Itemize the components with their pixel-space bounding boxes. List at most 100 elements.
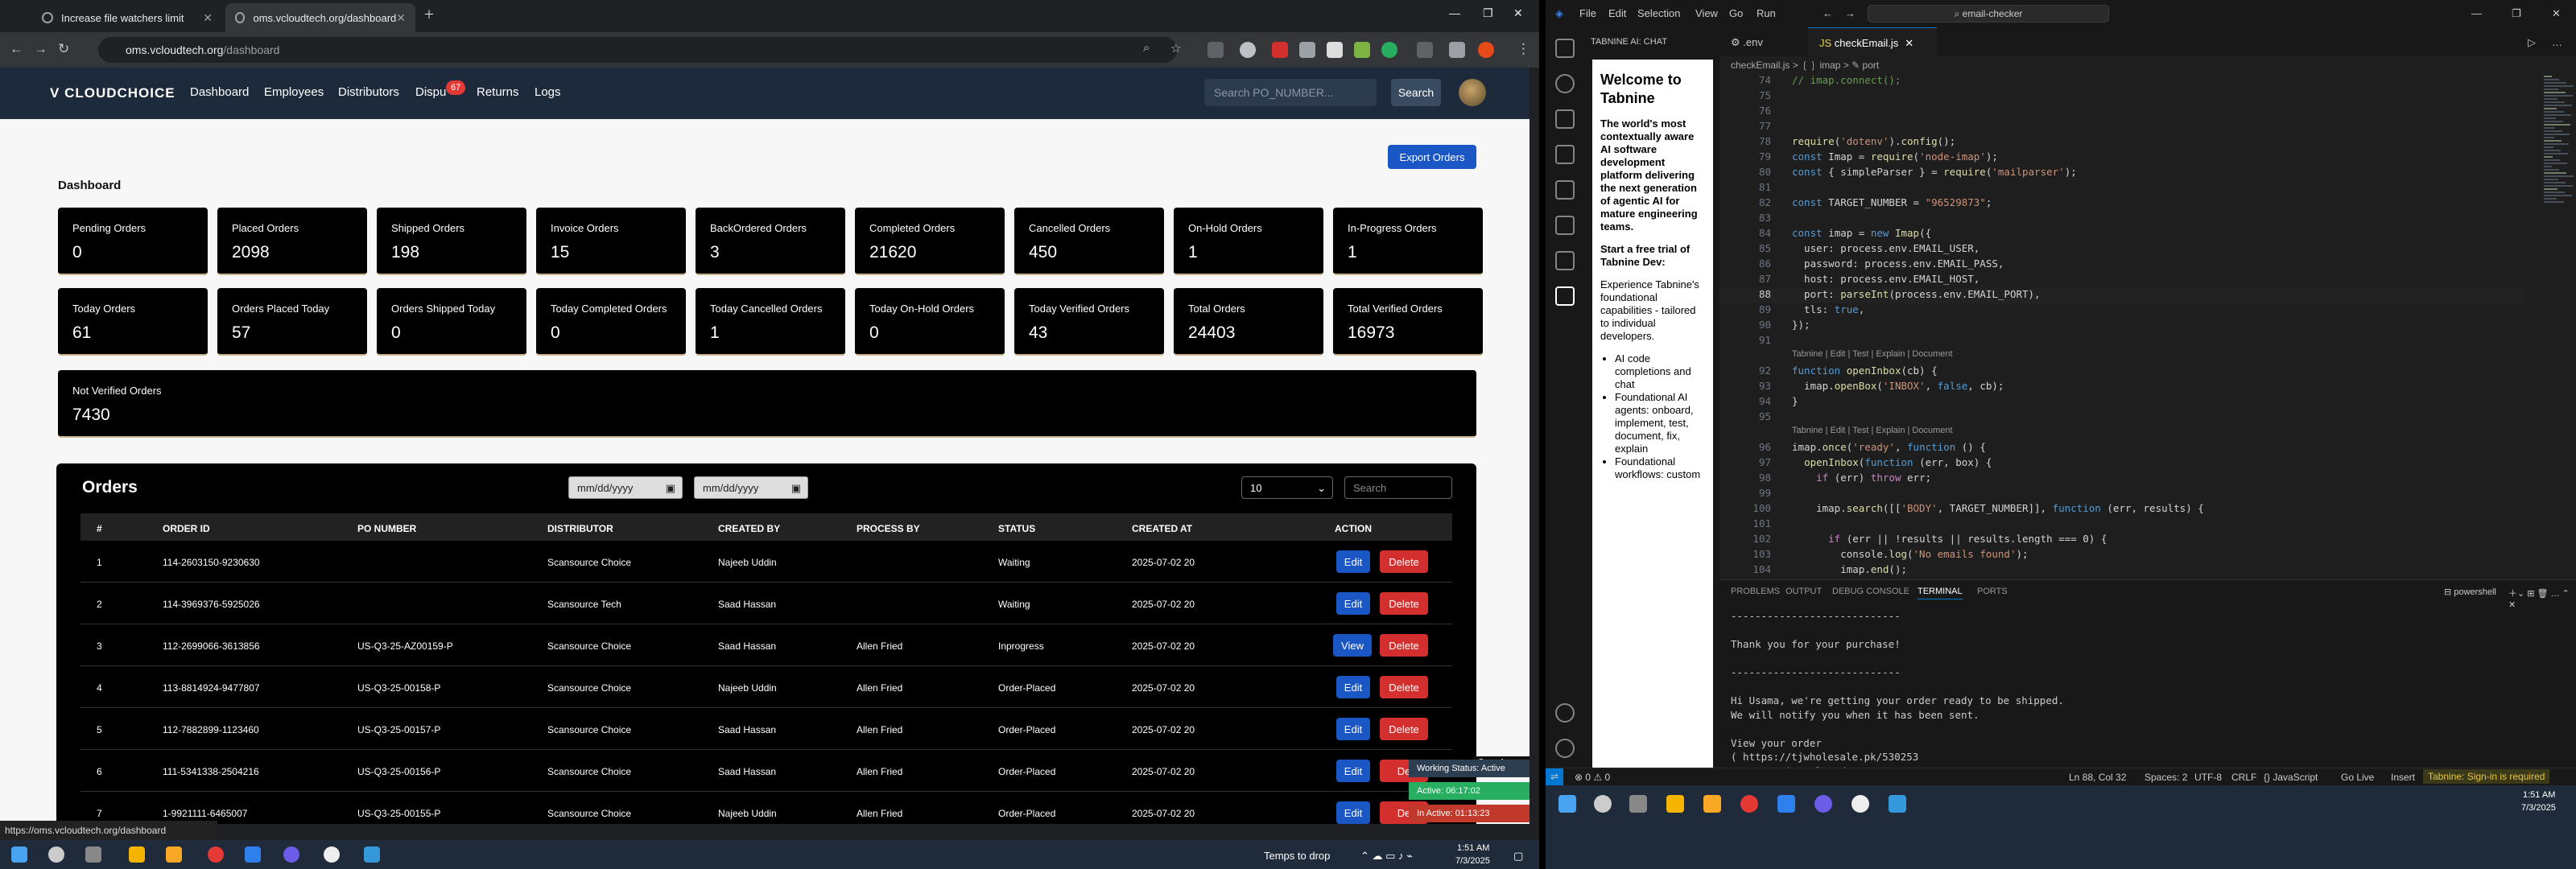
start-icon[interactable] — [1558, 795, 1576, 813]
codelens-text[interactable]: Tabnine | Edit | Test | Explain | Docume… — [1792, 426, 1953, 435]
file-explorer-icon[interactable] — [129, 846, 145, 863]
tray-icons[interactable]: ⌃ ☁ ▭ ♪ ⌁ — [1360, 850, 1413, 863]
edit-button[interactable]: Edit — [1336, 718, 1370, 740]
chrome-icon[interactable] — [1740, 795, 1758, 813]
forward-icon[interactable]: → — [34, 41, 47, 57]
maximize-icon[interactable]: ❐ — [2512, 7, 2521, 20]
nav-returns[interactable]: Returns — [477, 85, 519, 99]
extension-icon[interactable] — [1299, 42, 1315, 58]
indentation[interactable]: Spaces: 2 — [2145, 772, 2187, 783]
downloads-icon[interactable] — [1449, 42, 1465, 58]
go-live[interactable]: Go Live — [2341, 772, 2374, 783]
profile-icon[interactable] — [1478, 42, 1494, 58]
language-mode[interactable]: {} JavaScript — [2264, 772, 2318, 783]
edit-button[interactable]: Edit — [1336, 676, 1370, 698]
app-logo[interactable]: V CLOUDCHOICE — [50, 85, 175, 101]
vscode-icon[interactable] — [1777, 795, 1795, 813]
menu-selection[interactable]: Selection — [1637, 7, 1680, 19]
remote-icon[interactable] — [1555, 216, 1575, 235]
minimap[interactable] — [2544, 74, 2576, 235]
app-icon[interactable] — [1814, 795, 1832, 813]
chat-trial[interactable]: Start a free trial of Tabnine Dev: — [1600, 243, 1705, 269]
extensions-puzzle-icon[interactable] — [1417, 42, 1433, 58]
search-icon[interactable] — [1555, 74, 1575, 93]
end-date-input[interactable]: mm/dd/yyyy ▣ — [694, 476, 808, 499]
bookmark-star-icon[interactable]: ☆ — [1170, 41, 1181, 56]
search-icon[interactable] — [48, 846, 64, 863]
gear-icon[interactable] — [1555, 739, 1575, 758]
app-icon[interactable] — [283, 846, 299, 863]
code-editor[interactable]: 74 // imap.connect(); 75 76 77 78 require('dot… — [1719, 74, 2576, 579]
nav-disputes[interactable]: Dispu — [415, 85, 446, 99]
run-debug-icon[interactable] — [1555, 145, 1575, 164]
tabnine-icon[interactable] — [1555, 286, 1575, 306]
app-icon[interactable] — [1852, 795, 1869, 813]
maximize-icon[interactable]: ❐ — [1483, 6, 1493, 20]
search-icon[interactable] — [1594, 795, 1612, 813]
cursor-position[interactable]: Ln 88, Col 32 — [2069, 772, 2126, 783]
start-date-input[interactable]: mm/dd/yyyy ▣ — [568, 476, 683, 499]
nav-distributors[interactable]: Distributors — [338, 85, 399, 99]
delete-button[interactable]: Delete — [1380, 718, 1428, 740]
edit-button[interactable]: Edit — [1336, 760, 1370, 782]
account-icon[interactable] — [1555, 703, 1575, 723]
avatar[interactable] — [1459, 79, 1486, 106]
extension-icon[interactable] — [1240, 42, 1256, 58]
start-icon[interactable] — [11, 846, 27, 863]
shell-selector[interactable]: ⊟ powershell — [2444, 587, 2496, 597]
notification-icon[interactable]: ▢ — [1513, 850, 1523, 863]
nav-back-icon[interactable]: ← — [1823, 7, 1833, 19]
panel-tab-output[interactable]: OUTPUT — [1785, 587, 1822, 596]
line-ending[interactable]: CRLF — [2231, 772, 2256, 783]
codelens-text[interactable]: Tabnine | Edit | Test | Explain | Docume… — [1792, 349, 1953, 359]
panel-tab-terminal[interactable]: TERMINAL — [1918, 587, 1963, 599]
tab-env[interactable]: ⚙ .env — [1719, 27, 1808, 56]
address-bar[interactable]: oms.vcloudtech.org/dashboard — [98, 37, 1177, 63]
code-lens[interactable]: Tabnine | Edit | Test | Explain | Docume… — [1719, 349, 2524, 364]
delete-button[interactable]: Delete — [1380, 634, 1428, 657]
app-icon[interactable] — [364, 846, 380, 863]
task-view-icon[interactable] — [85, 846, 101, 863]
page-size-select[interactable]: 10 ⌄ — [1241, 476, 1333, 499]
code-lens[interactable]: Tabnine | Edit | Test | Explain | Docume… — [1719, 426, 2524, 441]
encoding[interactable]: UTF-8 — [2194, 772, 2222, 783]
minimize-icon[interactable]: — — [1449, 6, 1460, 19]
back-icon[interactable]: ← — [10, 41, 23, 57]
delete-button[interactable]: Delete — [1380, 676, 1428, 698]
chrome-icon[interactable] — [208, 846, 224, 863]
new-tab-icon[interactable]: ＋ — [423, 6, 435, 23]
zoom-icon[interactable]: ⌕ — [1143, 41, 1150, 55]
terminal-output[interactable]: ---------------------------- Thank you f… — [1731, 609, 2064, 793]
minimize-icon[interactable]: — — [2471, 7, 2482, 19]
panel-tab-debug[interactable]: DEBUG CONSOLE — [1832, 587, 1909, 596]
menu-run[interactable]: Run — [1757, 7, 1776, 19]
tab-checkemail[interactable]: JS checkEmail.js ✕ — [1808, 27, 1937, 56]
panel-tab-problems[interactable]: PROBLEMS — [1731, 587, 1780, 596]
panel-tab-ports[interactable]: PORTS — [1977, 587, 2008, 596]
edit-button[interactable]: Edit — [1336, 592, 1370, 615]
extension-icon[interactable] — [1272, 42, 1288, 58]
close-icon[interactable]: ✕ — [1905, 37, 1913, 49]
edit-button[interactable]: Edit — [1336, 801, 1370, 824]
extension-icon[interactable] — [1381, 42, 1397, 58]
delete-button[interactable]: Delete — [1380, 592, 1428, 615]
testing-icon[interactable] — [1555, 251, 1575, 270]
extension-icon[interactable] — [1208, 42, 1224, 58]
extension-icon[interactable] — [1327, 42, 1343, 58]
window-close-icon[interactable]: ✕ — [1513, 6, 1523, 20]
extension-icon[interactable] — [1354, 42, 1370, 58]
menu-edit[interactable]: Edit — [1608, 7, 1626, 19]
menu-icon[interactable]: ⋮ — [1517, 41, 1530, 57]
menu-go[interactable]: Go — [1729, 7, 1743, 19]
nav-forward-icon[interactable]: → — [1845, 7, 1856, 19]
file-explorer-icon[interactable] — [1666, 795, 1684, 813]
source-control-icon[interactable] — [1555, 109, 1575, 129]
explorer-icon[interactable] — [1555, 39, 1575, 58]
po-search-input[interactable]: Search PO_NUMBER... — [1204, 79, 1377, 106]
app-icon[interactable] — [1889, 795, 1906, 813]
problems-count[interactable]: ⊗ 0 ⚠ 0 — [1575, 772, 1610, 783]
export-orders-button[interactable]: Export Orders — [1388, 145, 1476, 169]
delete-button[interactable]: Delete — [1380, 550, 1428, 573]
extensions-icon[interactable] — [1555, 180, 1575, 200]
tab-file-watchers[interactable]: Increase file watchers limit ✕ — [32, 3, 222, 32]
